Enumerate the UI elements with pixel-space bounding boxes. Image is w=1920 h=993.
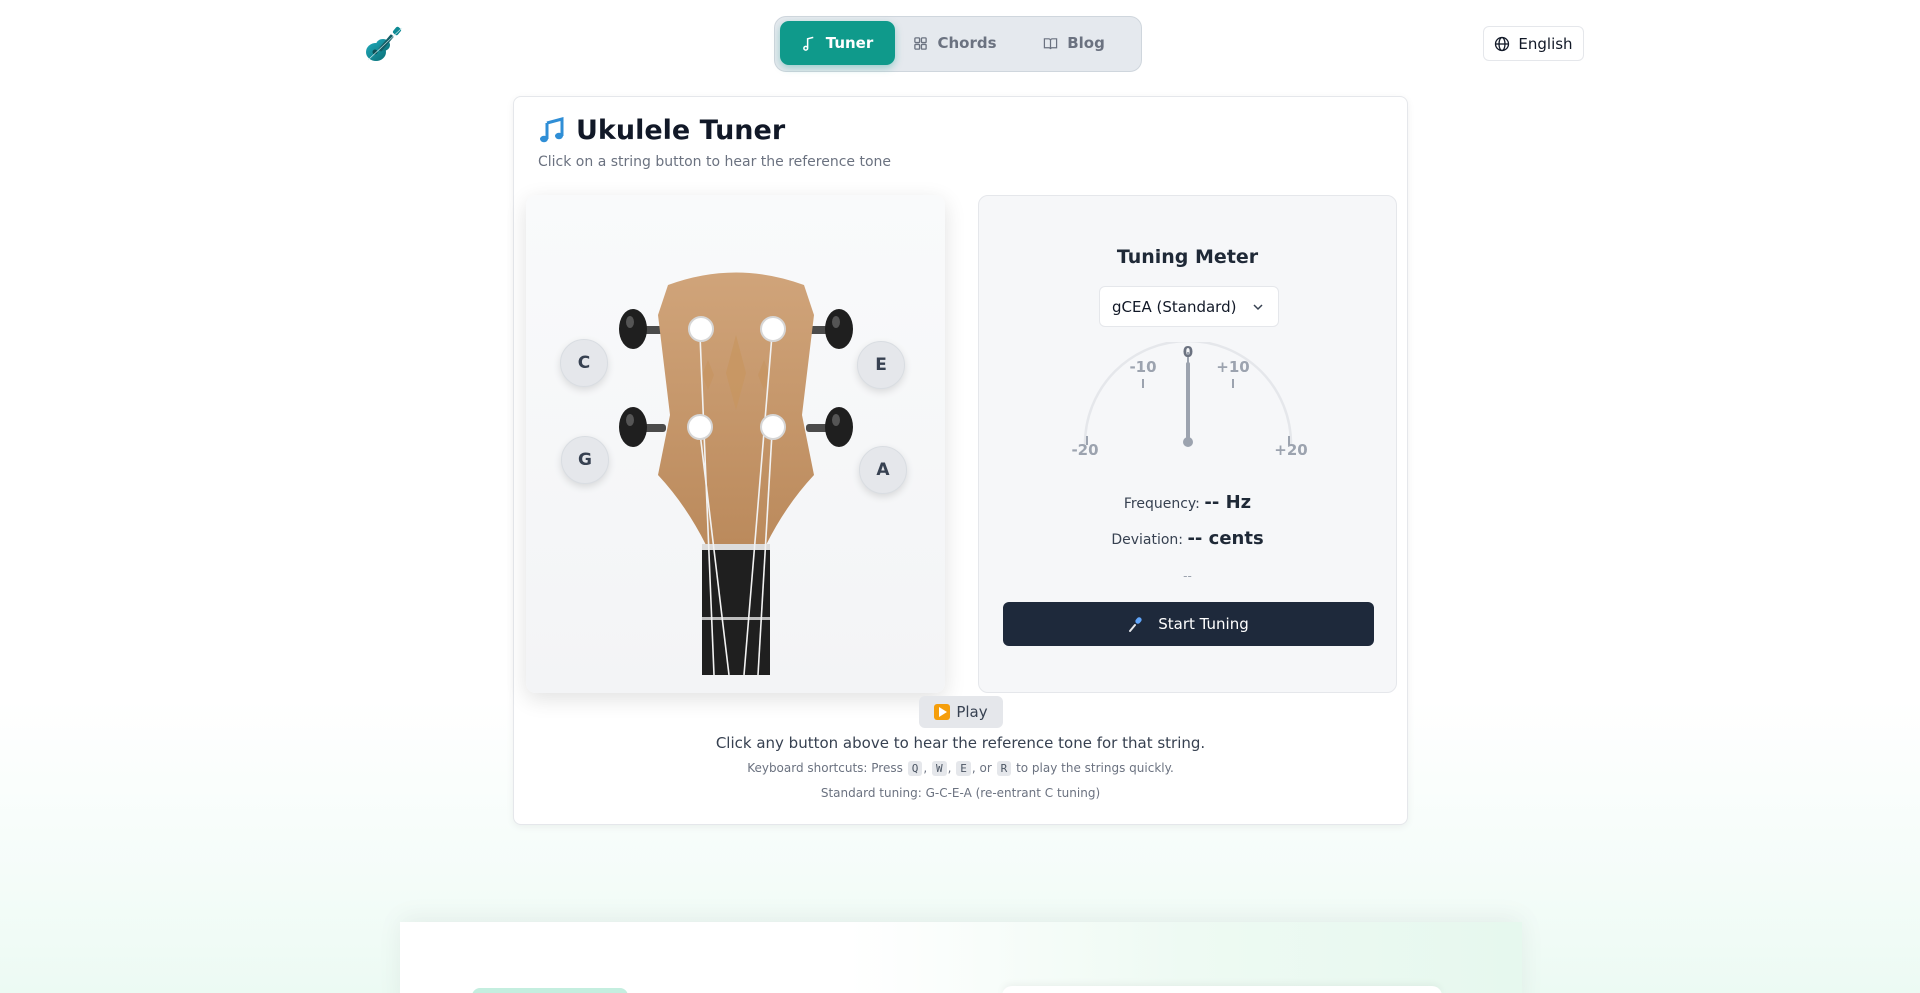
shortcuts-suffix: to play the strings quickly. bbox=[1016, 761, 1174, 775]
next-section-box bbox=[1002, 986, 1442, 993]
page-subtitle: Click on a string button to hear the ref… bbox=[538, 154, 892, 170]
tuning-meter-panel: Tuning Meter gCEA (Standard) 0 -10 +10 -… bbox=[978, 195, 1397, 693]
deviation-row: Deviation: -- cents bbox=[979, 528, 1396, 549]
shortcut-separator: , bbox=[947, 761, 952, 775]
string-a-label: A bbox=[876, 460, 890, 480]
meter-title: Tuning Meter bbox=[1116, 246, 1259, 268]
frequency-label: Frequency: bbox=[1123, 496, 1200, 512]
headstock-panel: C E G A bbox=[526, 195, 945, 693]
music-notes-emoji-icon bbox=[540, 116, 564, 142]
page-title-text: Ukulele Tuner bbox=[576, 115, 786, 146]
tuner-card: Ukulele Tuner Click on a string button t… bbox=[513, 96, 1408, 825]
nav-blog-button[interactable]: Blog bbox=[1015, 21, 1133, 65]
book-icon bbox=[1043, 37, 1058, 49]
gauge-label-plus20: +20 bbox=[1274, 441, 1307, 459]
ukulele-logo-icon[interactable] bbox=[362, 24, 406, 68]
frequency-row: Frequency: -- Hz bbox=[979, 492, 1396, 513]
keyboard-shortcuts-text: Keyboard shortcuts: Press Q, W, E, or R … bbox=[514, 761, 1407, 776]
gauge-label-0: 0 bbox=[1183, 343, 1193, 361]
chevron-down-icon bbox=[1253, 304, 1263, 311]
shortcut-key-e: E bbox=[956, 761, 971, 776]
globe-icon bbox=[1495, 36, 1510, 51]
nav-tuner-button[interactable]: Tuner bbox=[780, 21, 895, 65]
shortcut-key-r: R bbox=[996, 761, 1012, 776]
string-c-button[interactable]: C bbox=[560, 339, 608, 387]
deviation-value: -- cents bbox=[1187, 528, 1264, 549]
music-note-icon bbox=[802, 36, 814, 51]
start-tuning-button[interactable]: Start Tuning bbox=[1003, 602, 1374, 646]
deviation-label: Deviation: bbox=[1111, 532, 1183, 548]
gauge-label-plus10: +10 bbox=[1216, 358, 1249, 376]
microphone-icon bbox=[1129, 617, 1142, 632]
gauge-label-minus10: -10 bbox=[1129, 358, 1156, 376]
page-title: Ukulele Tuner bbox=[538, 115, 785, 146]
string-g-button[interactable]: G bbox=[561, 436, 609, 484]
next-section-pill bbox=[472, 988, 628, 993]
string-c-label: C bbox=[577, 353, 591, 373]
string-g-label: G bbox=[578, 450, 592, 470]
string-e-button[interactable]: E bbox=[857, 341, 905, 389]
tuning-status: -- bbox=[1183, 569, 1192, 583]
play-label: Play bbox=[956, 703, 988, 721]
shortcut-separator: , or bbox=[971, 761, 992, 775]
gauge-label-minus20: -20 bbox=[1071, 441, 1098, 459]
main-nav: Tuner Chords Blog bbox=[774, 16, 1142, 72]
frequency-value: -- Hz bbox=[1204, 492, 1252, 513]
language-label: English bbox=[1518, 34, 1573, 53]
nav-tuner-label: Tuner bbox=[825, 34, 874, 52]
nav-chords-button[interactable]: Chords bbox=[895, 21, 1015, 65]
language-selector[interactable]: English bbox=[1483, 26, 1584, 61]
shortcut-key-q: Q bbox=[907, 761, 923, 776]
standard-tuning-note: Standard tuning: G-C-E-A (re-entrant C t… bbox=[820, 786, 1101, 800]
start-tuning-label: Start Tuning bbox=[1158, 615, 1249, 633]
nav-blog-label: Blog bbox=[1067, 34, 1105, 52]
shortcut-separator: , bbox=[923, 761, 928, 775]
play-button[interactable]: Play bbox=[919, 696, 1003, 728]
nav-chords-label: Chords bbox=[937, 34, 997, 52]
tuning-select-value: gCEA (Standard) bbox=[1112, 297, 1237, 316]
next-section-card bbox=[400, 922, 1522, 993]
string-e-label: E bbox=[875, 355, 887, 375]
tuning-gauge: 0 -10 +10 -20 +20 bbox=[1071, 342, 1308, 459]
play-icon bbox=[934, 704, 951, 720]
ukulele-headstock-illustration bbox=[619, 272, 853, 675]
string-a-button[interactable]: A bbox=[859, 446, 907, 494]
help-text: Click any button above to hear the refer… bbox=[715, 734, 1206, 752]
tuning-select[interactable]: gCEA (Standard) bbox=[1099, 286, 1279, 327]
shortcut-key-w: W bbox=[931, 761, 947, 776]
gauge-pivot bbox=[1183, 437, 1193, 447]
grid-icon bbox=[914, 36, 928, 50]
shortcuts-prefix: Keyboard shortcuts: Press bbox=[747, 761, 903, 775]
